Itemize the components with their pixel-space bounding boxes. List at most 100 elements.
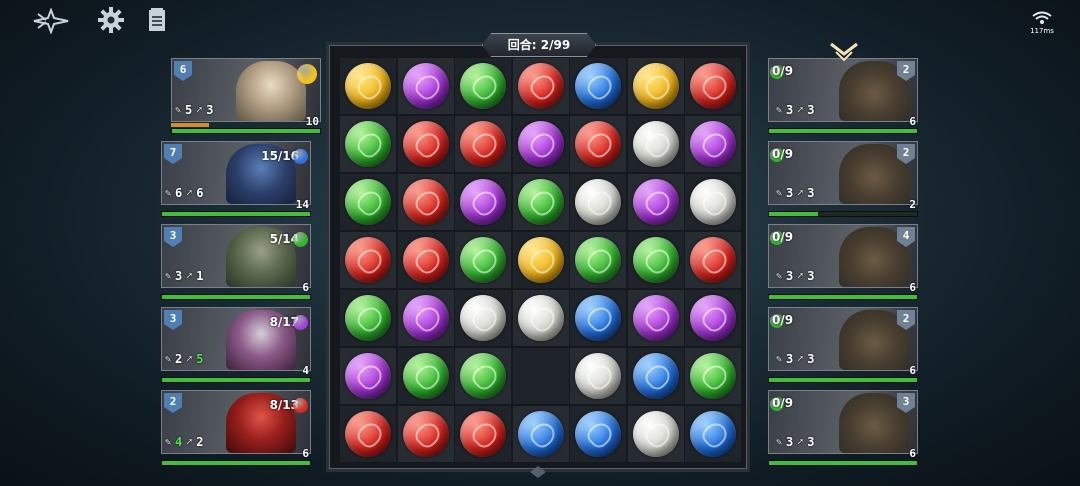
board-cell[interactable] (340, 58, 396, 114)
board-cell[interactable] (340, 174, 396, 230)
blue-orb[interactable] (690, 411, 736, 457)
red-orb[interactable] (402, 411, 449, 457)
enemy-card[interactable]: 4 0/9 ✎ 3 ➚ 3 6 (768, 224, 918, 300)
green-orb[interactable] (402, 353, 449, 399)
board-cell[interactable] (627, 116, 684, 172)
enemy-card[interactable]: 2 0/9 ✎ 3 ➚ 3 2 (768, 141, 918, 217)
white-orb[interactable] (632, 411, 679, 457)
board-cell[interactable] (397, 290, 454, 346)
enemy-card[interactable]: 2 0/9 ✎ 3 ➚ 3 6 (768, 307, 918, 383)
enemy-card[interactable]: 2 0/9 ✎ 3 ➚ 3 6 (768, 58, 918, 134)
board-cell[interactable] (512, 58, 569, 114)
board-cell[interactable] (455, 58, 511, 114)
hero-card[interactable]: 7 15/16 ✎ 6 ➚ 6 14 (161, 141, 311, 217)
blue-orb[interactable] (575, 411, 621, 457)
white-orb[interactable] (460, 295, 506, 341)
board-cell[interactable] (570, 290, 626, 346)
board-cell[interactable] (397, 174, 454, 230)
board-cell[interactable] (627, 406, 684, 462)
hero-card[interactable]: 2 8/13 ✎ 4 ➚ 2 6 (161, 390, 311, 466)
target-marker-icon[interactable] (829, 42, 859, 64)
board-cell[interactable] (340, 290, 396, 346)
green-orb[interactable] (690, 353, 736, 399)
board-cell[interactable] (455, 174, 511, 230)
board-cell[interactable] (685, 116, 741, 172)
purple-orb[interactable] (460, 179, 506, 225)
red-orb[interactable] (402, 179, 449, 225)
red-orb[interactable] (575, 121, 621, 167)
board-cell[interactable] (685, 174, 741, 230)
board-cell[interactable] (627, 348, 684, 404)
board-cell[interactable] (627, 174, 684, 230)
board-cell[interactable] (397, 58, 454, 114)
winged-emblem-icon[interactable] (32, 7, 70, 38)
yellow-orb[interactable] (517, 237, 564, 283)
white-orb[interactable] (690, 179, 736, 225)
board-cell[interactable] (627, 232, 684, 288)
purple-orb[interactable] (632, 295, 679, 341)
board-cell[interactable] (570, 58, 626, 114)
red-orb[interactable] (402, 237, 449, 283)
board-cell[interactable] (685, 290, 741, 346)
white-orb[interactable] (632, 121, 679, 167)
red-orb[interactable] (690, 237, 736, 283)
board-cell[interactable] (685, 406, 741, 462)
board-cell[interactable] (340, 116, 396, 172)
board-cell[interactable] (627, 290, 684, 346)
board-cell[interactable] (685, 58, 741, 114)
green-orb[interactable] (575, 237, 621, 283)
board-cell[interactable] (570, 174, 626, 230)
red-orb[interactable] (402, 121, 449, 167)
board-cell[interactable] (455, 348, 511, 404)
red-orb[interactable] (345, 237, 391, 283)
yellow-orb[interactable] (632, 63, 679, 109)
purple-orb[interactable] (690, 295, 736, 341)
board-cell[interactable] (455, 116, 511, 172)
hero-card[interactable]: 3 5/14 ✎ 3 ➚ 1 6 (161, 224, 311, 300)
white-orb[interactable] (517, 295, 564, 341)
purple-orb[interactable] (345, 353, 391, 399)
green-orb[interactable] (632, 237, 679, 283)
board-cell[interactable] (340, 406, 396, 462)
board-cell[interactable] (627, 58, 684, 114)
board-cell[interactable] (340, 348, 396, 404)
green-orb[interactable] (345, 179, 391, 225)
match-board[interactable] (326, 42, 750, 472)
blue-orb[interactable] (517, 411, 564, 457)
purple-orb[interactable] (402, 63, 449, 109)
board-cell[interactable] (512, 174, 569, 230)
blue-orb[interactable] (632, 353, 679, 399)
blue-orb[interactable] (575, 295, 621, 341)
board-cell[interactable] (455, 290, 511, 346)
red-orb[interactable] (460, 121, 506, 167)
board-cell[interactable] (512, 348, 569, 404)
board-cell[interactable] (512, 290, 569, 346)
board-cell[interactable] (570, 348, 626, 404)
blue-orb[interactable] (575, 63, 621, 109)
purple-orb[interactable] (517, 121, 564, 167)
board-cell[interactable] (685, 348, 741, 404)
purple-orb[interactable] (690, 121, 736, 167)
enemy-card[interactable]: 3 0/9 ✎ 3 ➚ 3 6 (768, 390, 918, 466)
board-cell[interactable] (455, 232, 511, 288)
red-orb[interactable] (345, 411, 391, 457)
green-orb[interactable] (460, 63, 506, 109)
hero-card[interactable]: 6 ✎ 5 ➚ 3 10 (171, 58, 321, 134)
gear-icon[interactable] (97, 6, 125, 38)
red-orb[interactable] (460, 411, 506, 457)
green-orb[interactable] (517, 179, 564, 225)
board-cell[interactable] (685, 232, 741, 288)
board-cell[interactable] (570, 232, 626, 288)
board-cell[interactable] (397, 232, 454, 288)
board-cell[interactable] (455, 406, 511, 462)
green-orb[interactable] (460, 353, 506, 399)
hero-card[interactable]: 3 8/17 ✎ 2 ➚ 5 4 (161, 307, 311, 383)
board-cell[interactable] (512, 232, 569, 288)
board-cell[interactable] (340, 232, 396, 288)
board-cell[interactable] (570, 406, 626, 462)
green-orb[interactable] (345, 121, 391, 167)
yellow-orb[interactable] (345, 63, 391, 109)
white-orb[interactable] (575, 179, 621, 225)
board-cell[interactable] (397, 348, 454, 404)
board-cell[interactable] (570, 116, 626, 172)
